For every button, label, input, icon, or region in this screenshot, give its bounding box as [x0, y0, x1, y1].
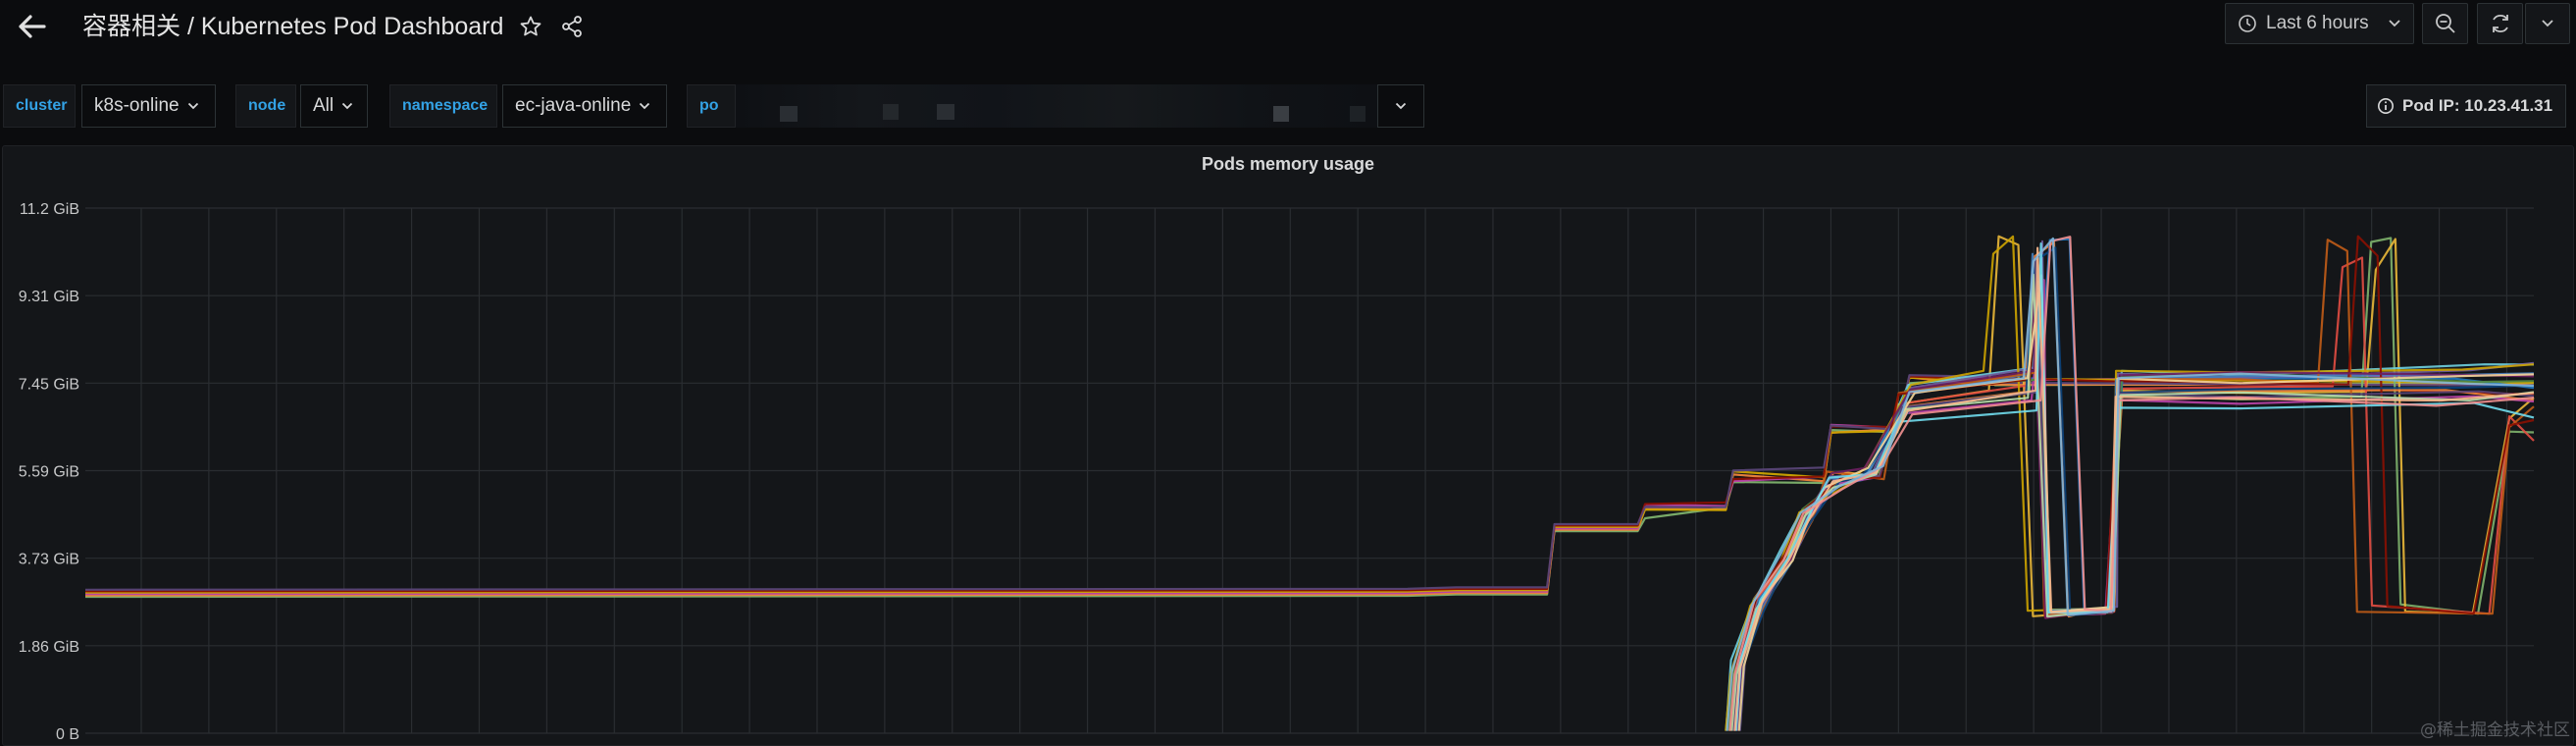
cluster-value: k8s-online — [94, 95, 180, 116]
chevron-down-icon — [341, 102, 353, 110]
po-select-redacted[interactable] — [736, 84, 1381, 128]
variable-label-po: po — [687, 84, 736, 128]
share-icon[interactable] — [555, 10, 589, 43]
series-line — [1737, 239, 2535, 731]
series-line — [1733, 235, 2535, 731]
y-tick-label: 1.86 GiB — [19, 639, 79, 656]
pod-ip-link[interactable]: Pod IP: 10.23.41.31 — [2366, 84, 2566, 128]
series-line — [1732, 256, 2535, 731]
series-line — [1733, 246, 2535, 731]
variable-label-node: node — [235, 84, 296, 128]
variable-label-namespace: namespace — [389, 84, 497, 128]
series-line — [1735, 272, 2535, 731]
redaction-block — [937, 104, 954, 120]
series-line — [1730, 273, 2535, 731]
cluster-select[interactable]: k8s-online — [81, 84, 216, 128]
po-dropdown-button[interactable] — [1377, 84, 1424, 128]
time-range-label: Last 6 hours — [2266, 13, 2369, 33]
series-line — [1732, 256, 2535, 731]
variable-label-cluster: cluster — [3, 84, 76, 128]
redaction-block — [1273, 106, 1289, 122]
node-value: All — [313, 95, 335, 116]
clock-icon — [2239, 15, 2256, 32]
y-tick-label: 7.45 GiB — [19, 376, 79, 393]
star-icon[interactable] — [514, 10, 547, 43]
y-tick-label: 3.73 GiB — [19, 552, 79, 568]
redaction-block — [1350, 106, 1365, 122]
watermark: @稀土掘金技术社区 — [2420, 720, 2570, 740]
chevron-down-icon — [187, 102, 198, 110]
series-line — [1737, 246, 2535, 731]
y-tick-label: 0 B — [56, 726, 79, 743]
back-arrow-icon[interactable] — [14, 10, 51, 43]
series-line — [1733, 238, 2535, 731]
series-line — [84, 377, 2535, 599]
namespace-select[interactable]: ec-java-online — [502, 84, 667, 128]
series-line — [1734, 242, 2535, 731]
series-line — [1735, 252, 2535, 731]
chevron-down-icon — [2542, 20, 2553, 27]
y-tick-label: 5.59 GiB — [19, 464, 79, 481]
zoom-out-icon — [2435, 14, 2455, 33]
node-select[interactable]: All — [300, 84, 368, 128]
redaction-block — [780, 106, 798, 122]
pod-ip-label: Pod IP: 10.23.41.31 — [2402, 96, 2553, 115]
zoom-out-button[interactable] — [2422, 3, 2468, 44]
memory-usage-chart[interactable]: 0 B 1.86 GiB 3.73 GiB 5.59 GiB 7.45 GiB 9.31 … — [3, 146, 2573, 745]
refresh-button[interactable] — [2477, 3, 2523, 44]
chevron-down-icon — [1395, 102, 1407, 110]
dashboard-title[interactable]: 容器相关 / Kubernetes Pod Dashboard — [82, 10, 503, 43]
y-tick-label: 11.2 GiB — [20, 201, 79, 218]
series-line — [1738, 240, 2535, 731]
chevron-down-icon — [640, 102, 650, 110]
top-navbar: 容器相关 / Kubernetes Pod Dashboard Last 6 h… — [0, 0, 2576, 53]
series-line — [1727, 263, 2535, 731]
series-line — [1736, 279, 2535, 731]
refresh-icon — [2492, 14, 2508, 33]
pods-memory-panel: Pods memory usage 0 B 1.86 GiB 3.73 GiB 5.5… — [2, 145, 2574, 746]
template-variables-bar: cluster k8s-online node All namespace ec… — [0, 84, 2576, 128]
series-line — [1737, 274, 2535, 731]
series-line — [84, 376, 2535, 597]
chevron-down-icon — [2388, 13, 2401, 34]
series-line — [1728, 236, 2535, 731]
time-range-picker[interactable]: Last 6 hours — [2225, 3, 2414, 44]
refresh-interval-dropdown[interactable] — [2525, 3, 2570, 44]
namespace-value: ec-java-online — [515, 95, 632, 116]
redaction-block — [883, 104, 899, 120]
series-line — [84, 376, 2535, 594]
series-line — [1725, 280, 2535, 731]
y-tick-label: 9.31 GiB — [19, 289, 79, 305]
info-circle-icon — [2378, 98, 2394, 114]
series-line — [1732, 237, 2535, 731]
series-line — [1727, 240, 2535, 731]
